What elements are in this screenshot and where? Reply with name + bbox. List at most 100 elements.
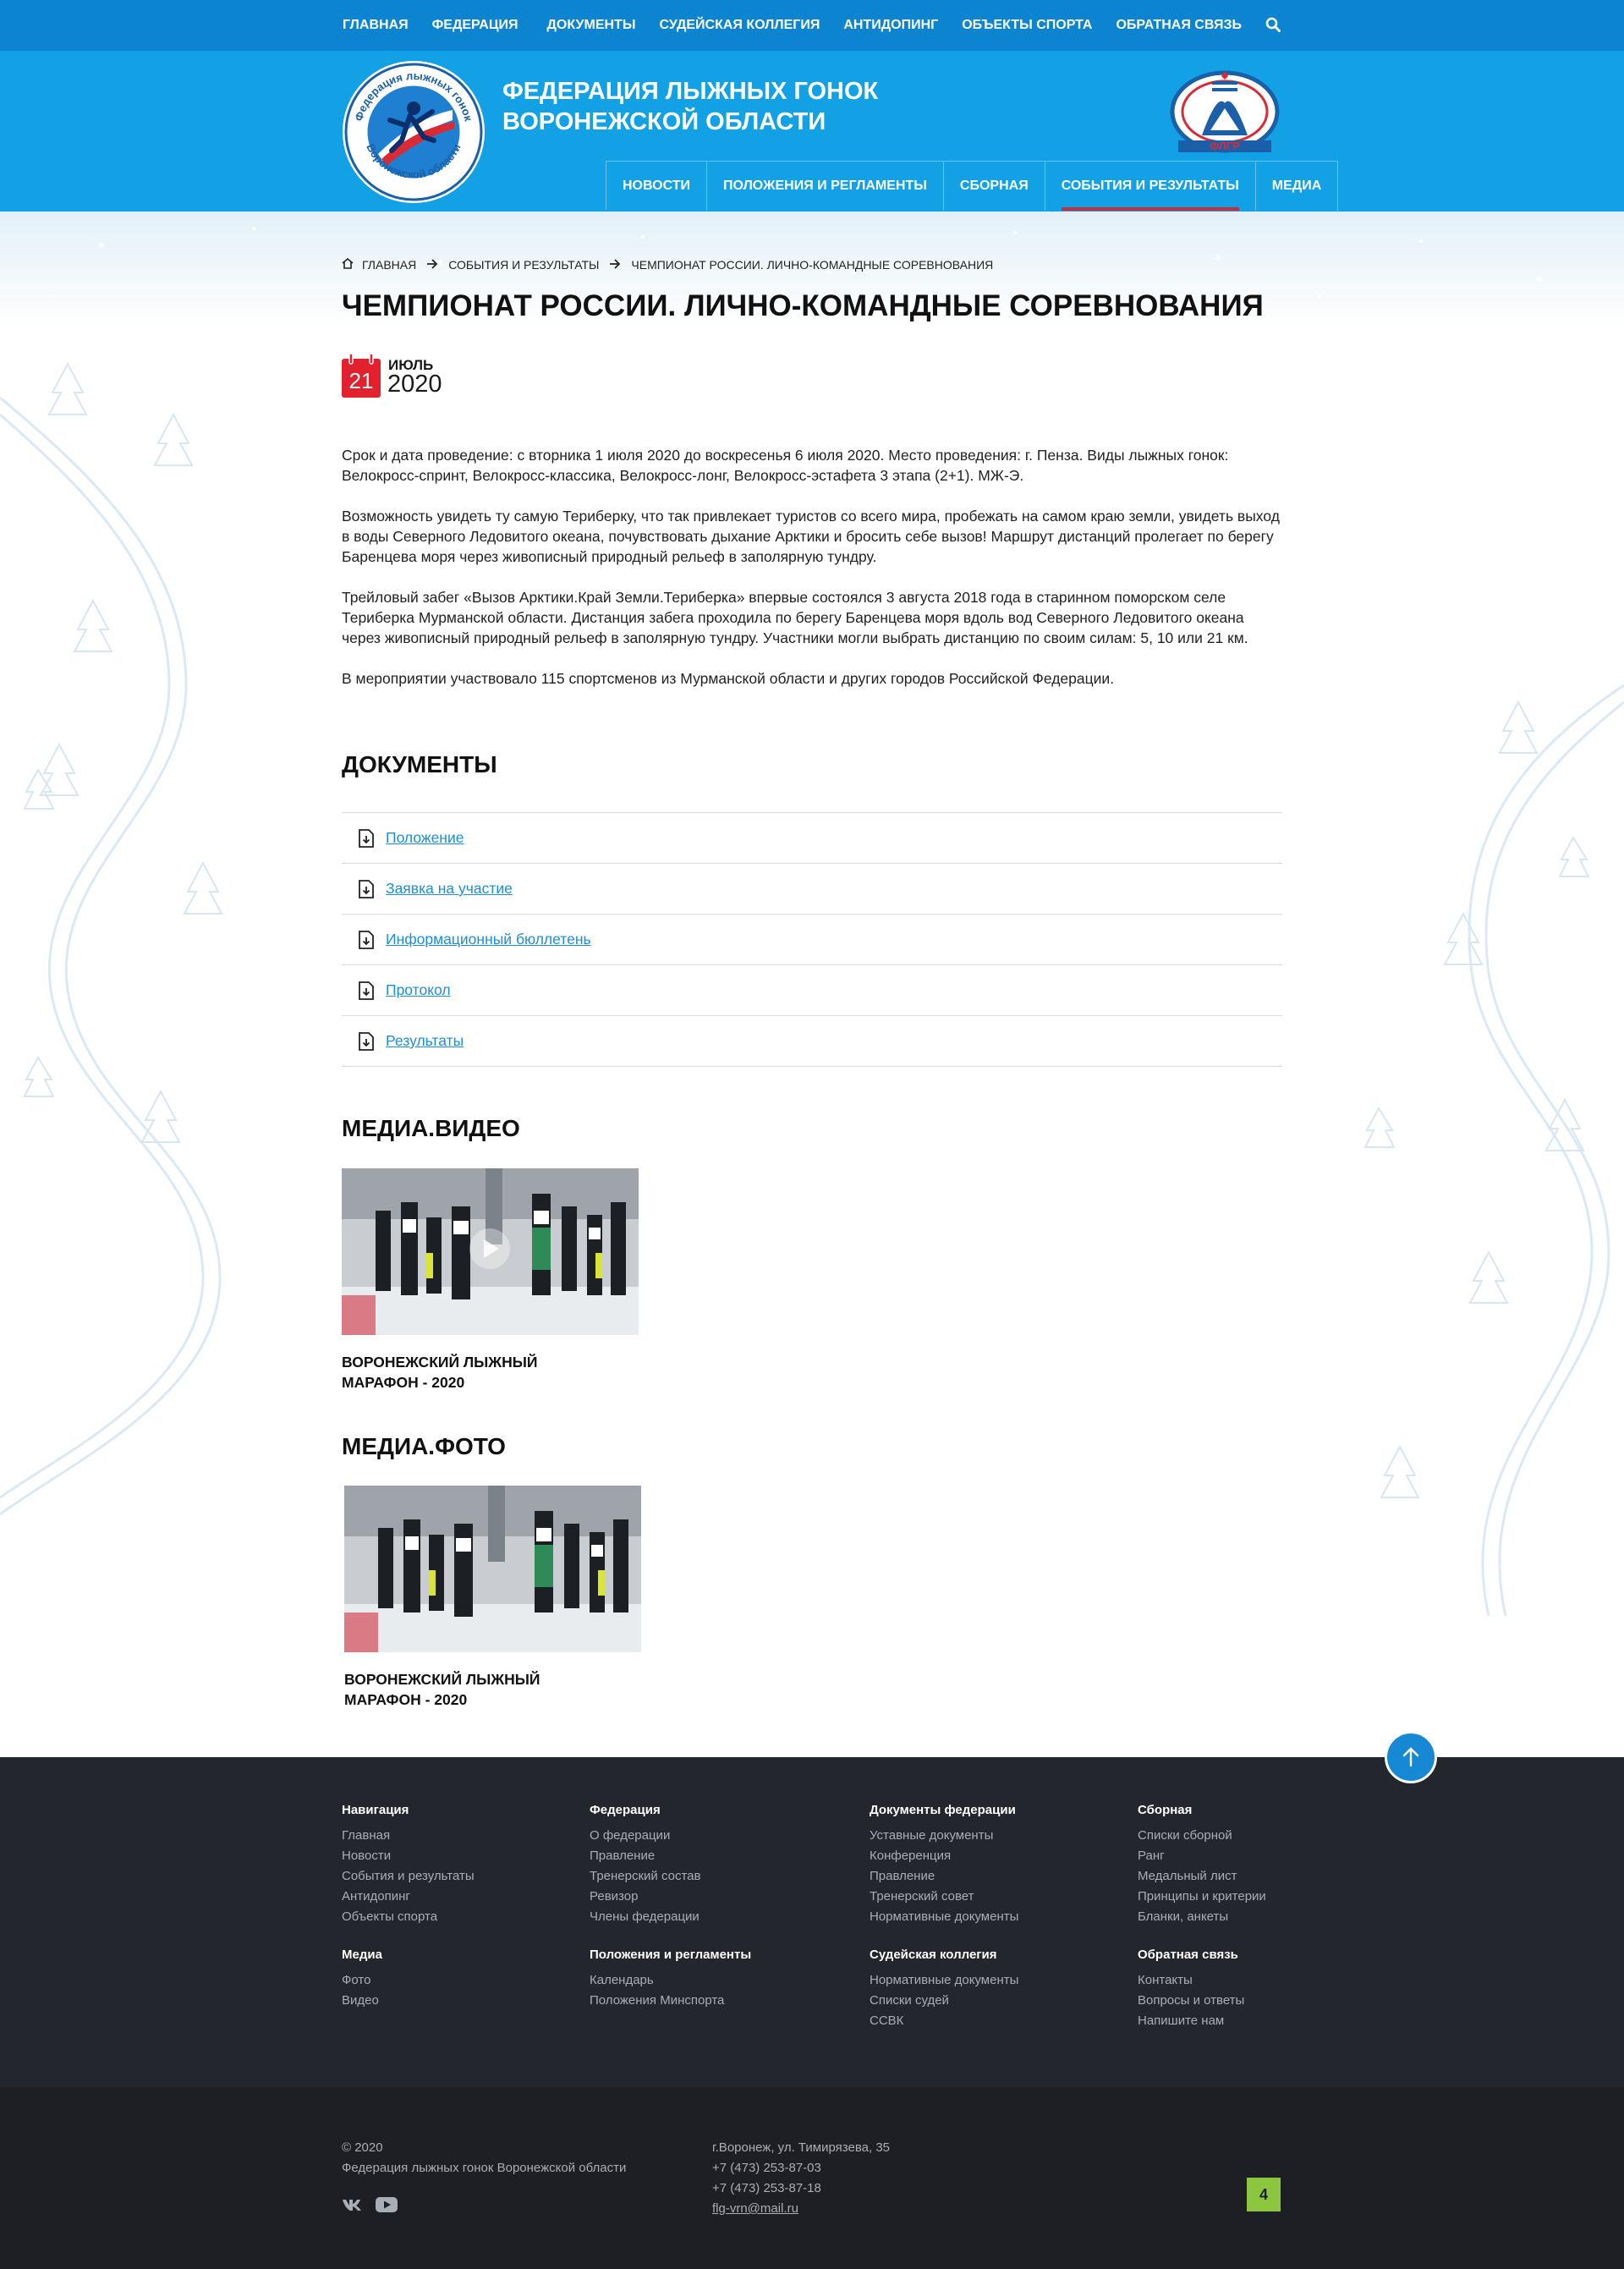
photo-card[interactable]: ВОРОНЕЖСКИЙ ЛЫЖНЫЙ МАРАФОН - 2020 — [344, 1486, 641, 1710]
photo-caption[interactable]: ВОРОНЕЖСКИЙ ЛЫЖНЫЙ МАРАФОН - 2020 — [344, 1669, 564, 1710]
date-year: 2020 — [387, 371, 442, 398]
topnav-item-feedback[interactable]: ОБРАТНАЯ СВЯЗЬ — [1116, 18, 1242, 33]
footer-link[interactable]: Тренерский состав — [590, 1866, 700, 1887]
topnav-item-antidoping[interactable]: АНТИДОПИНГ — [843, 18, 938, 33]
date-day: 21 — [348, 368, 374, 393]
footer-link[interactable]: Тренерский совет — [870, 1887, 1018, 1907]
footer-link[interactable]: Напишите нам — [1138, 2011, 1244, 2031]
footer-col-title: Сборная — [1138, 1803, 1193, 1817]
footer-link[interactable]: Правление — [590, 1846, 700, 1866]
footer-link[interactable]: Видео — [342, 1991, 382, 2011]
site-title-line2: ВОРОНЕЖСКОЙ ОБЛАСТИ — [502, 108, 826, 135]
document-link-bulletin[interactable]: Информационный бюллетень — [386, 931, 591, 948]
topnav-item-judges[interactable]: СУДЕЙСКАЯ КОЛЛЕГИЯ — [659, 18, 820, 33]
documents-list: Положение Заявка на участие Информационн… — [342, 812, 1282, 1067]
document-item: Заявка на участие — [342, 864, 1282, 915]
footer-col-title: Медиа — [342, 1948, 382, 1962]
footer-link[interactable]: Положения Минспорта — [590, 1991, 751, 2011]
scroll-to-top-button[interactable] — [1385, 1731, 1437, 1783]
footer-link[interactable]: О федерации — [590, 1826, 700, 1846]
copyright-org: Федерация лыжных гонок Воронежской облас… — [342, 2161, 627, 2175]
mainnav-item-regulations[interactable]: ПОЛОЖЕНИЯ И РЕГЛАМЕНТЫ — [707, 161, 944, 211]
contact-phone[interactable]: +7 (473) 253-87-18 — [712, 2178, 890, 2199]
mainnav-item-team[interactable]: СБОРНАЯ — [943, 161, 1045, 211]
footer-link[interactable]: Списки сборной — [1138, 1826, 1266, 1846]
footer-link[interactable]: Медальный лист — [1138, 1866, 1266, 1887]
footer-link[interactable]: Ранг — [1138, 1846, 1266, 1866]
arrow-up-icon — [1402, 1747, 1419, 1767]
footer-link[interactable]: Бланки, анкеты — [1138, 1907, 1266, 1927]
footer-link[interactable]: Правление — [870, 1866, 1018, 1887]
video-caption[interactable]: ВОРОНЕЖСКИЙ ЛЫЖНЫЙ МАРАФОН - 2020 — [342, 1352, 562, 1393]
mainnav-item-media[interactable]: МЕДИА — [1255, 161, 1339, 211]
contact-phone[interactable]: +7 (473) 253-87-03 — [712, 2158, 890, 2178]
footer-link[interactable]: Нормативные документы — [870, 1970, 1018, 1991]
footer-link[interactable]: Списки судей — [870, 1991, 1018, 2011]
document-link-regulation[interactable]: Положение — [386, 829, 464, 847]
footer-col-title: Навигация — [342, 1803, 409, 1817]
document-item: Результаты — [342, 1016, 1282, 1067]
footer-link[interactable]: Антидопинг — [342, 1887, 475, 1907]
document-item: Информационный бюллетень — [342, 915, 1282, 965]
copyright-block: © 2020 Федерация лыжных гонок Воронежско… — [342, 2138, 626, 2178]
topnav-item-federation[interactable]: ФЕДЕРАЦИЯ — [432, 18, 518, 33]
vk-icon[interactable] — [342, 2198, 364, 2216]
photo-thumbnail[interactable] — [344, 1486, 641, 1652]
document-link-protocol[interactable]: Протокол — [386, 981, 451, 999]
breadcrumb-home[interactable]: ГЛАВНАЯ — [362, 258, 416, 272]
document-item: Протокол — [342, 965, 1282, 1016]
youtube-icon[interactable] — [376, 2197, 398, 2217]
footer-link[interactable]: Объекты спорта — [342, 1907, 475, 1927]
developer-badge[interactable]: 4 — [1247, 2178, 1281, 2211]
mainnav-item-events[interactable]: СОБЫТИЯ И РЕЗУЛЬТАТЫ — [1045, 161, 1256, 211]
footer-link[interactable]: События и результаты — [342, 1866, 475, 1887]
footer-col-feedback: Обратная связь Контакты Вопросы и ответы… — [1138, 1948, 1244, 2031]
footer-col-documents: Документы федерации Уставные документы К… — [870, 1803, 1018, 1927]
footer-link[interactable]: Контакты — [1138, 1970, 1244, 1991]
topnav-item-facilities[interactable]: ОБЪЕКТЫ СПОРТА — [962, 18, 1092, 33]
arrow-right-icon — [609, 258, 621, 272]
footer-link[interactable]: Календарь — [590, 1970, 751, 1991]
footer-link[interactable]: Главная — [342, 1826, 475, 1846]
article-paragraph: Возможность увидеть ту самую Териберку, … — [342, 508, 1280, 565]
page-title: ЧЕМПИОНАТ РОССИИ. ЛИЧНО-КОМАНДНЫЕ СОРЕВН… — [342, 289, 1264, 322]
flgr-logo-text: ФЛГР — [1210, 140, 1240, 152]
topnav-item-home[interactable]: ГЛАВНАЯ — [343, 18, 409, 33]
footer-col-title: Судейская коллегия — [870, 1948, 997, 1962]
footer-link[interactable]: Новости — [342, 1846, 475, 1866]
article-paragraph: В мероприятии участвовало 115 спортсмено… — [342, 670, 1115, 687]
article-paragraph: Срок и дата проведение: с вторника 1 июл… — [342, 447, 1229, 484]
top-bar: ГЛАВНАЯ ФЕДЕРАЦИЯ ДОКУМЕНТЫ СУДЕЙСКАЯ КО… — [0, 0, 1624, 51]
footer — [0, 1757, 1624, 2087]
footer-link[interactable]: Конференция — [870, 1846, 1018, 1866]
footer-link[interactable]: ССВК — [870, 2011, 1018, 2031]
footer-link[interactable]: Уставные документы — [870, 1826, 1018, 1846]
document-download-icon — [359, 930, 374, 949]
breadcrumb-section[interactable]: СОБЫТИЯ И РЕЗУЛЬТАТЫ — [448, 258, 599, 272]
contact-email-link[interactable]: flg-vrn@mail.ru — [712, 2199, 890, 2219]
breadcrumb: ГЛАВНАЯ СОБЫТИЯ И РЕЗУЛЬТАТЫ ЧЕМПИОНАТ Р… — [342, 257, 994, 272]
footer-link[interactable]: Ревизор — [590, 1887, 700, 1907]
arrow-right-icon — [426, 258, 438, 272]
mainnav-item-news[interactable]: НОВОСТИ — [606, 161, 708, 211]
search-icon[interactable] — [1265, 17, 1282, 34]
footer-link[interactable]: Нормативные документы — [870, 1907, 1018, 1927]
document-link-application[interactable]: Заявка на участие — [386, 880, 513, 898]
home-icon[interactable] — [342, 257, 354, 272]
footer-link[interactable]: Члены федерации — [590, 1907, 700, 1927]
document-link-results[interactable]: Результаты — [386, 1032, 464, 1050]
footer-link[interactable]: Принципы и критерии — [1138, 1887, 1266, 1907]
footer-link[interactable]: Фото — [342, 1970, 382, 1991]
topnav-item-documents[interactable]: ДОКУМЕНТЫ — [547, 18, 636, 33]
contact-address: г.Воронеж, ул. Тимирязева, 35 — [712, 2140, 891, 2155]
flgr-logo[interactable]: ФЛГР — [1168, 59, 1281, 154]
footer-link[interactable]: Вопросы и ответы — [1138, 1991, 1244, 2011]
video-card[interactable]: ВОРОНЕЖСКИЙ ЛЫЖНЫЙ МАРАФОН - 2020 — [342, 1168, 639, 1393]
contacts-block: г.Воронеж, ул. Тимирязева, 35 +7 (473) 2… — [712, 2138, 890, 2219]
federation-logo[interactable]: Федерация лыжных гонок Воронежской облас… — [341, 59, 486, 205]
breadcrumb-current: ЧЕМПИОНАТ РОССИИ. ЛИЧНО-КОМАНДНЫЕ СОРЕВН… — [631, 258, 994, 272]
video-thumbnail[interactable] — [342, 1168, 639, 1335]
article-paragraph: Трейловый забег «Вызов Арктики.Край Земл… — [342, 589, 1248, 646]
document-item: Положение — [342, 813, 1282, 864]
article-body: Срок и дата проведение: с вторника 1 июл… — [342, 445, 1281, 709]
